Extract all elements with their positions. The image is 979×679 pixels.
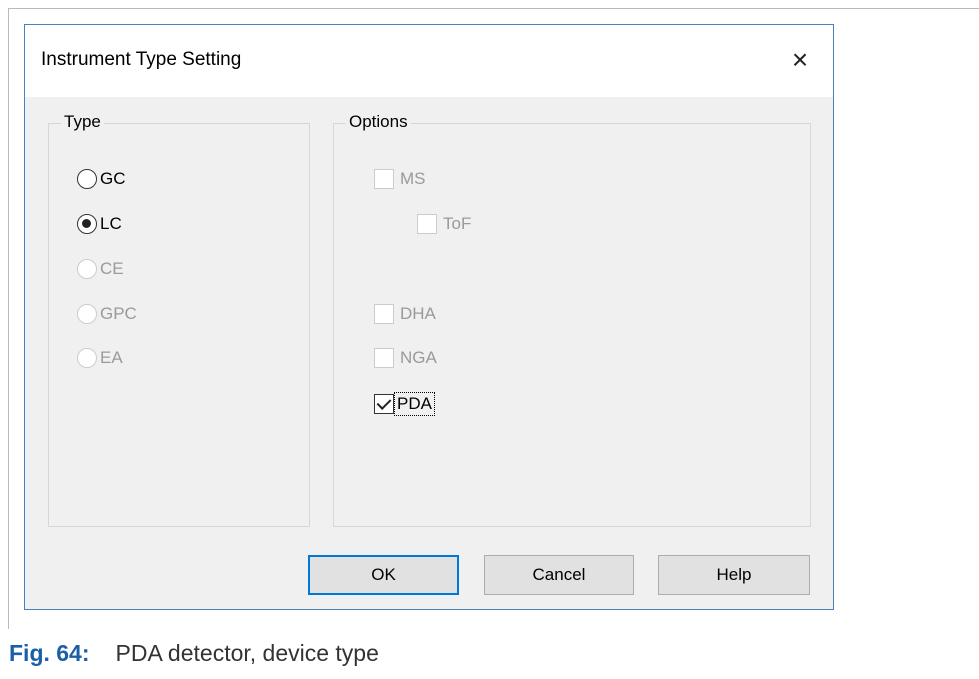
- type-group: Type GC LC CE GPC EA: [48, 112, 310, 527]
- radio-circle-icon: [77, 169, 97, 189]
- radio-ce-label: CE: [100, 259, 124, 278]
- checkbox-dha-label: DHA: [400, 304, 436, 323]
- checkbox-icon: [417, 214, 437, 234]
- radio-gpc: GPC: [77, 302, 137, 326]
- dialog-title: Instrument Type Setting: [41, 49, 242, 70]
- radio-ea-label: EA: [100, 348, 123, 367]
- radio-selected-icon: [77, 214, 97, 234]
- radio-gpc-label: GPC: [100, 304, 137, 323]
- checkbox-icon: [374, 304, 394, 324]
- checkbox-nga: NGA: [374, 346, 437, 370]
- radio-gc[interactable]: GC: [77, 167, 126, 191]
- checkbox-dha: DHA: [374, 302, 436, 326]
- radio-gc-label: GC: [100, 169, 126, 188]
- close-icon[interactable]: ×: [783, 43, 817, 77]
- figure-number: Fig. 64:: [9, 640, 90, 666]
- type-group-label: Type: [61, 112, 104, 132]
- checkbox-tof: ToF: [417, 212, 471, 236]
- radio-ea: EA: [77, 346, 123, 370]
- checkbox-pda-label: PDA: [394, 392, 435, 416]
- help-button[interactable]: Help: [658, 555, 810, 595]
- checkbox-pda[interactable]: PDA: [374, 392, 435, 416]
- checkbox-ms: MS: [374, 167, 426, 191]
- checkbox-tof-label: ToF: [443, 214, 472, 233]
- title-bar: Instrument Type Setting ×: [25, 25, 833, 97]
- options-group-label: Options: [346, 112, 411, 132]
- radio-circle-icon: [77, 259, 97, 279]
- radio-circle-icon: [77, 348, 97, 368]
- figure-caption: Fig. 64: PDA detector, device type: [9, 640, 379, 667]
- checkbox-nga-label: NGA: [400, 348, 437, 367]
- checkbox-icon: [374, 169, 394, 189]
- radio-ce: CE: [77, 257, 124, 281]
- checkbox-ms-label: MS: [400, 169, 426, 188]
- radio-lc-label: LC: [100, 214, 122, 233]
- cancel-button[interactable]: Cancel: [484, 555, 634, 595]
- checkbox-icon: [374, 348, 394, 368]
- radio-circle-icon: [77, 304, 97, 324]
- radio-lc[interactable]: LC: [77, 212, 122, 236]
- instrument-type-dialog: Instrument Type Setting × Type GC LC CE …: [24, 24, 834, 610]
- options-group: Options MS ToF DHA NGA PDA: [333, 112, 811, 527]
- ok-button[interactable]: OK: [308, 555, 459, 595]
- checkmark-icon: [374, 394, 394, 414]
- figure-caption-text: PDA detector, device type: [115, 640, 379, 666]
